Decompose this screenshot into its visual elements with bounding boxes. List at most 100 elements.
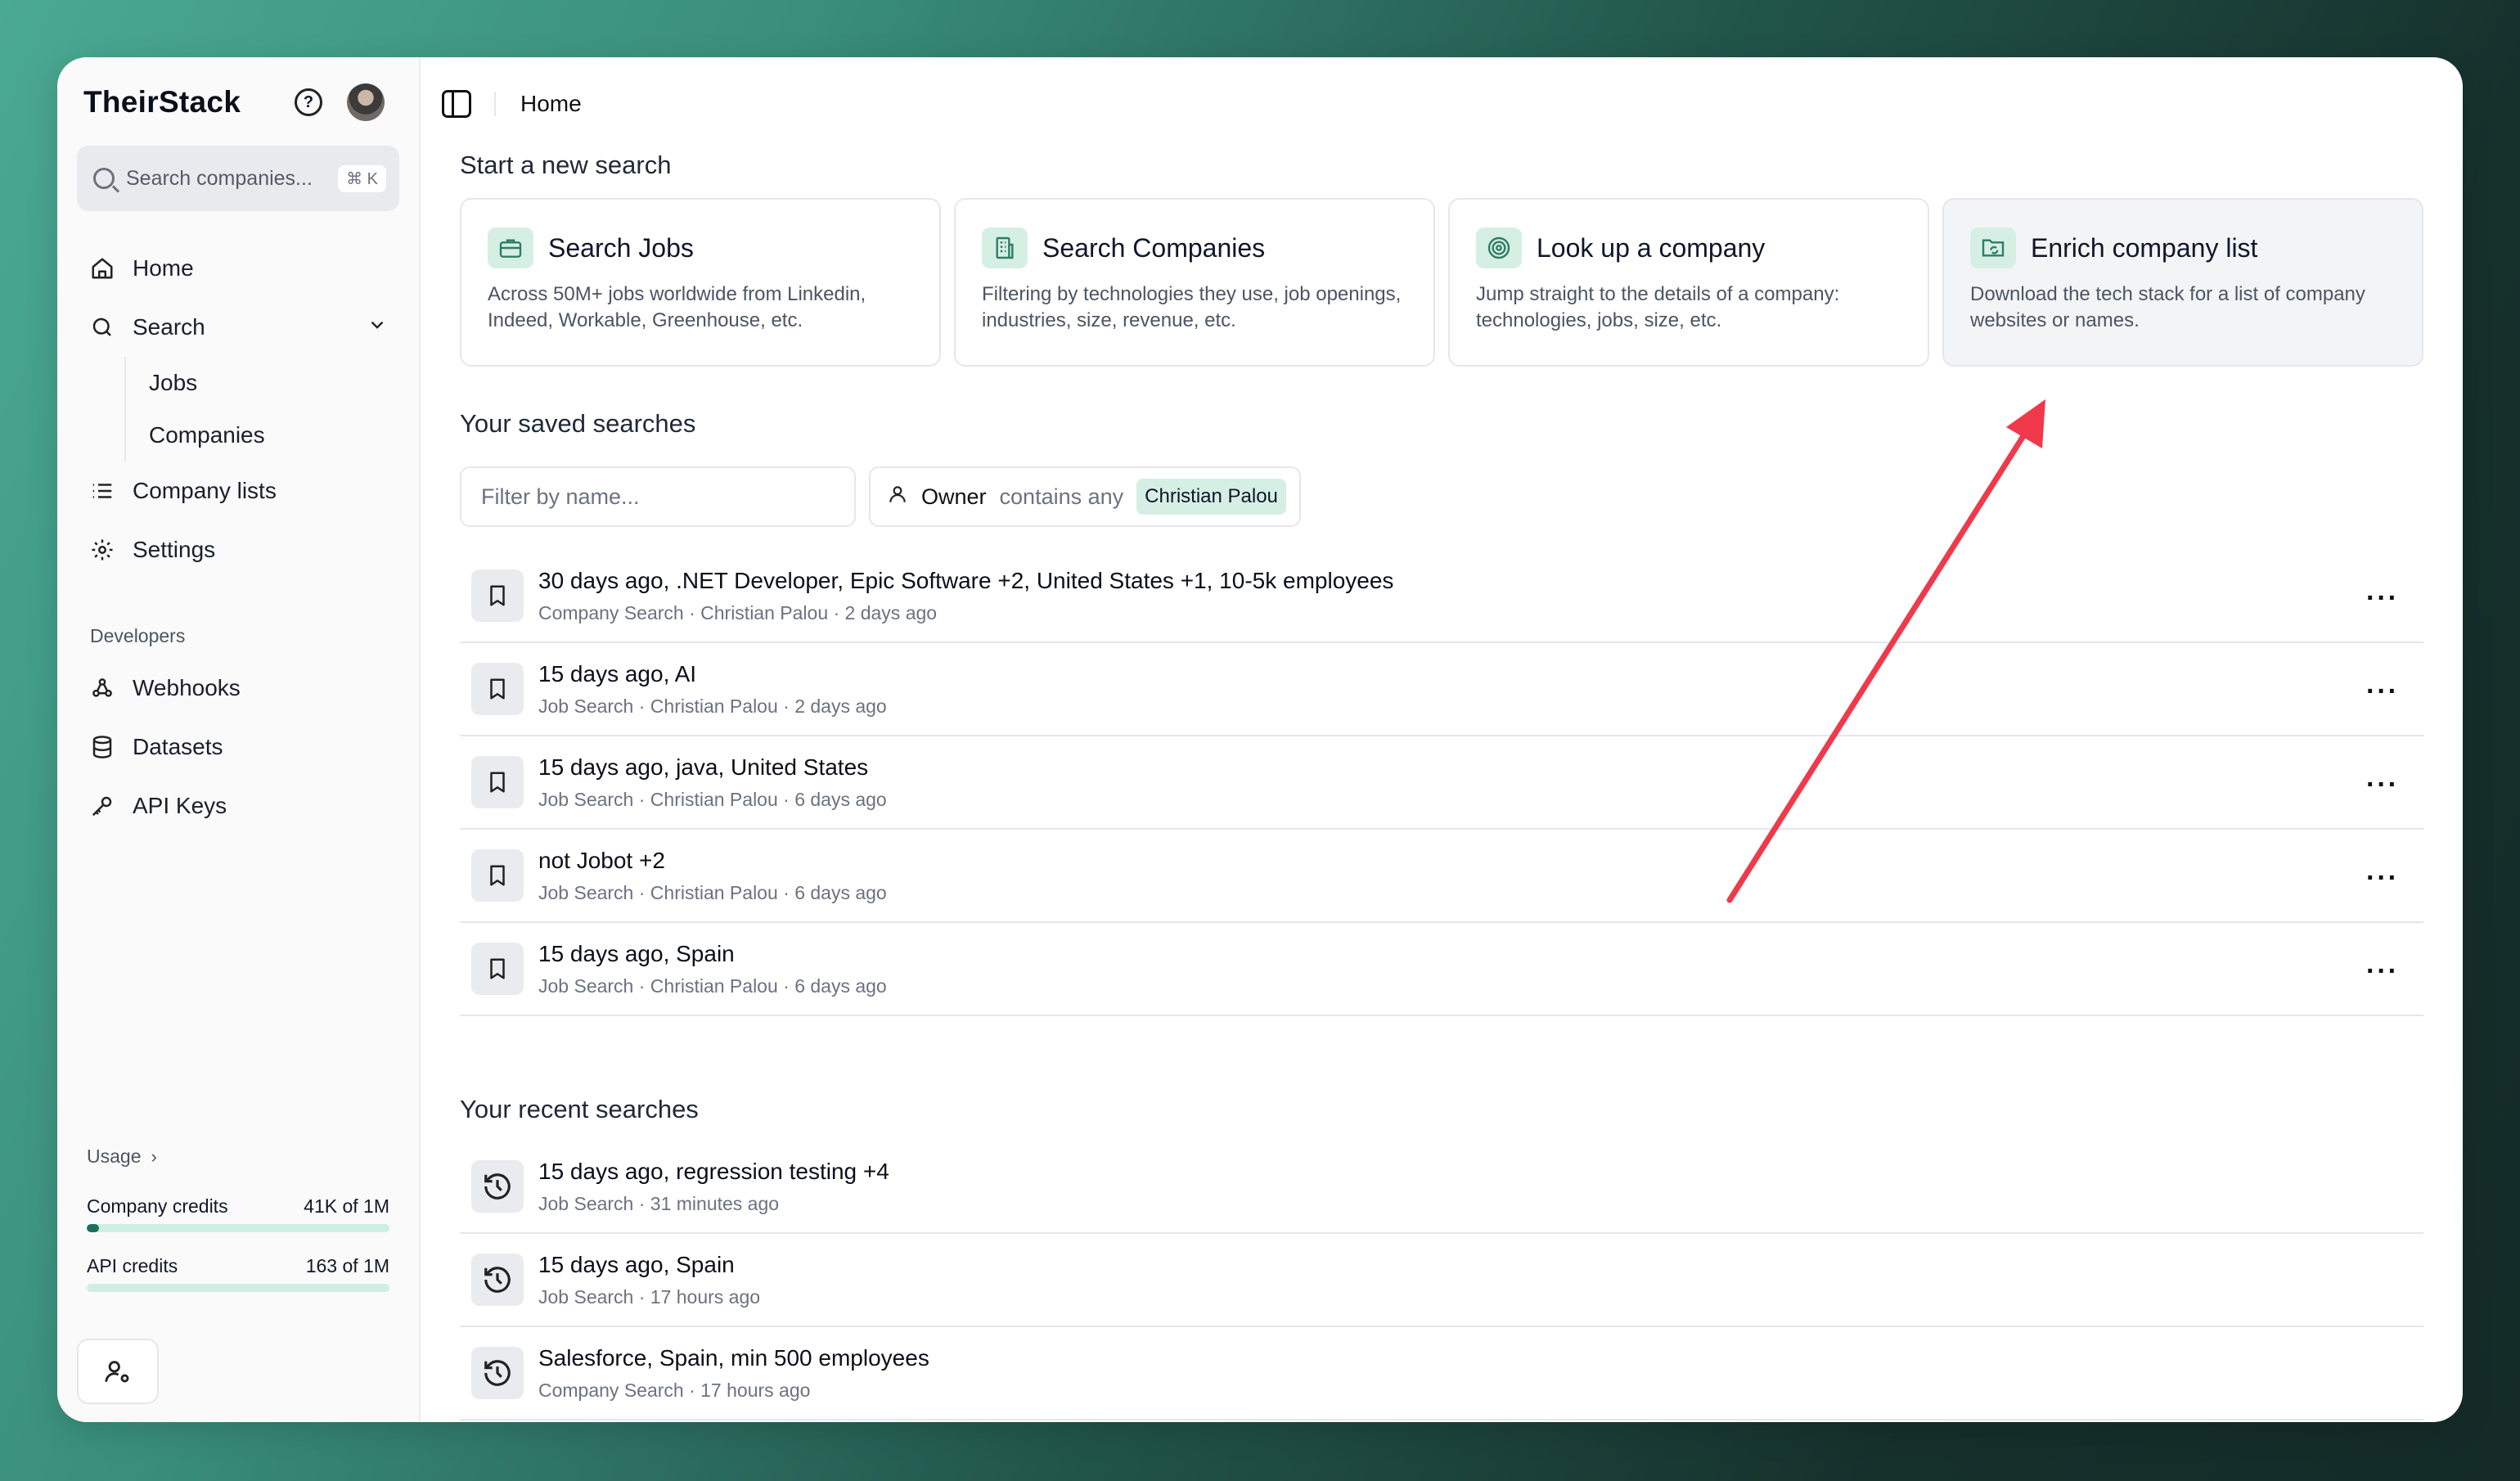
- saved-searches-title: Your saved searches: [460, 409, 696, 438]
- card-lookup-company[interactable]: Look up a company Jump straight to the d…: [1448, 198, 1929, 367]
- saved-search-row[interactable]: 30 days ago, .NET Developer, Epic Softwa…: [460, 550, 2423, 643]
- user-gear-icon: [105, 1361, 129, 1383]
- user-icon: [887, 484, 908, 511]
- main-nav: Home Search Jobs Companies Company lists: [77, 239, 399, 835]
- recent-search-list: 15 days ago, regression testing +4 Job Se…: [460, 1141, 2423, 1420]
- user-settings-button[interactable]: [77, 1339, 159, 1404]
- history-icon: [471, 1254, 524, 1306]
- company-credits-label: Company credits: [87, 1195, 228, 1217]
- nav-item-home[interactable]: Home: [77, 239, 399, 298]
- search-cards: Search Jobs Across 50M+ jobs worldwide f…: [460, 198, 2423, 367]
- nav-item-settings[interactable]: Settings: [77, 520, 399, 579]
- card-desc: Across 50M+ jobs worldwide from Linkedin…: [488, 283, 866, 331]
- nav-item-jobs[interactable]: Jobs: [124, 357, 399, 409]
- row-title: 15 days ago, java, United States: [538, 754, 869, 780]
- nav-label: Home: [133, 255, 194, 281]
- owner-operator: contains any: [999, 484, 1124, 509]
- saved-search-row[interactable]: 15 days ago, java, United States Job Sear…: [460, 736, 2423, 830]
- card-title: Look up a company: [1537, 232, 1766, 263]
- target-icon: [1476, 227, 1522, 268]
- nav-item-datasets[interactable]: Datasets: [77, 718, 399, 777]
- developers-section-label: Developers: [90, 625, 186, 646]
- brand-logo[interactable]: TheirStack: [83, 85, 295, 119]
- divider: [494, 92, 496, 116]
- nav-item-api-keys[interactable]: API Keys: [77, 777, 399, 835]
- bookmark-icon: [471, 943, 524, 995]
- row-subtitle: Job Search · Christian Palou · 6 days ag…: [538, 788, 887, 810]
- row-subtitle: Company Search · 17 hours ago: [538, 1379, 811, 1401]
- search-placeholder: Search companies...: [126, 166, 313, 190]
- card-search-companies[interactable]: Search Companies Filtering by technologi…: [954, 198, 1435, 367]
- chevron-down-icon[interactable]: [367, 314, 388, 341]
- card-title: Search Jobs: [548, 232, 694, 263]
- nav-label: API Keys: [133, 793, 227, 818]
- usage-panel: Usage › Company credits 41K of 1M API cr…: [87, 1146, 389, 1292]
- row-title: 15 days ago, regression testing +4: [538, 1158, 889, 1184]
- owner-value-tag[interactable]: Christian Palou: [1136, 479, 1286, 515]
- more-options-icon[interactable]: ···: [2366, 862, 2399, 894]
- more-options-icon[interactable]: ···: [2366, 583, 2399, 614]
- start-search-title: Start a new search: [460, 151, 672, 179]
- recent-search-row[interactable]: Salesforce, Spain, min 500 employees Comp…: [460, 1327, 2423, 1420]
- nav-label: Webhooks: [133, 675, 241, 700]
- row-title: 15 days ago, Spain: [538, 1251, 735, 1277]
- row-title: not Jobot +2: [538, 847, 665, 873]
- search-icon: [93, 168, 115, 189]
- nav-item-webhooks[interactable]: Webhooks: [77, 659, 399, 718]
- api-credits-label: API credits: [87, 1255, 178, 1276]
- gear-icon: [88, 536, 116, 564]
- app-window: TheirStack ? Search companies... ⌘ K Hom…: [57, 57, 2463, 1422]
- owner-filter[interactable]: Owner contains any Christian Palou: [869, 466, 1301, 527]
- row-title: Salesforce, Spain, min 500 employees: [538, 1344, 929, 1371]
- card-title: Search Companies: [1042, 232, 1266, 263]
- breadcrumb: Home: [520, 91, 582, 116]
- bookmark-icon: [471, 756, 524, 808]
- saved-search-row[interactable]: 15 days ago, AI Job Search · Christian Pa…: [460, 643, 2423, 736]
- nav-item-companies[interactable]: Companies: [124, 409, 399, 461]
- card-search-jobs[interactable]: Search Jobs Across 50M+ jobs worldwide f…: [460, 198, 941, 367]
- company-search-input[interactable]: Search companies... ⌘ K: [77, 146, 399, 211]
- nav-label: Company lists: [133, 478, 277, 503]
- usage-title: Usage: [87, 1146, 142, 1167]
- nav-label: Datasets: [133, 734, 223, 759]
- card-desc: Filtering by technologies they use, job …: [982, 283, 1402, 331]
- saved-search-list: 30 days ago, .NET Developer, Epic Softwa…: [460, 550, 2423, 1016]
- more-options-icon[interactable]: ···: [2366, 769, 2399, 801]
- row-subtitle: Job Search · 17 hours ago: [538, 1285, 761, 1308]
- row-title: 15 days ago, Spain: [538, 940, 735, 966]
- saved-search-row[interactable]: not Jobot +2 Job Search · Christian Palou…: [460, 830, 2423, 923]
- building-icon: [982, 227, 1028, 268]
- folder-sync-icon: [1970, 227, 2016, 268]
- row-title: 15 days ago, AI: [538, 660, 697, 686]
- filter-by-name-input[interactable]: Filter by name...: [460, 466, 856, 527]
- api-credits: API credits 163 of 1M: [87, 1255, 389, 1292]
- saved-filters: Filter by name... Owner contains any Chr…: [460, 466, 2423, 527]
- history-icon: [471, 1160, 524, 1213]
- company-credits-value: 41K of 1M: [304, 1195, 389, 1217]
- search-icon: [88, 313, 116, 341]
- recent-search-row[interactable]: 15 days ago, Spain Job Search · 17 hours …: [460, 1234, 2423, 1327]
- usage-link[interactable]: Usage ›: [87, 1146, 389, 1168]
- card-desc: Jump straight to the details of a compan…: [1476, 283, 1840, 331]
- row-subtitle: Job Search · Christian Palou · 6 days ag…: [538, 975, 887, 997]
- row-subtitle: Job Search · 31 minutes ago: [538, 1192, 780, 1214]
- help-icon[interactable]: ?: [295, 88, 322, 116]
- main-content: Home Start a new search Search Jobs Acro…: [421, 57, 2463, 1422]
- sidebar: TheirStack ? Search companies... ⌘ K Hom…: [57, 57, 421, 1422]
- nav-label: Settings: [133, 537, 216, 562]
- company-credits-fill: [87, 1224, 100, 1232]
- key-icon: [88, 792, 116, 820]
- saved-search-row[interactable]: 15 days ago, Spain Job Search · Christian…: [460, 923, 2423, 1016]
- recent-search-row[interactable]: 15 days ago, regression testing +4 Job Se…: [460, 1141, 2423, 1234]
- nav-item-search[interactable]: Search: [77, 298, 399, 357]
- bookmark-icon: [471, 569, 524, 622]
- nav-item-company-lists[interactable]: Company lists: [77, 461, 399, 520]
- more-options-icon[interactable]: ···: [2366, 956, 2399, 988]
- avatar[interactable]: [347, 83, 385, 121]
- shortcut-badge: ⌘ K: [338, 164, 386, 192]
- owner-label: Owner: [921, 484, 987, 509]
- sidebar-toggle-icon[interactable]: [442, 90, 471, 118]
- more-options-icon[interactable]: ···: [2366, 676, 2399, 708]
- home-icon: [88, 254, 116, 282]
- card-enrich-company-list[interactable]: Enrich company list Download the tech st…: [1942, 198, 2423, 367]
